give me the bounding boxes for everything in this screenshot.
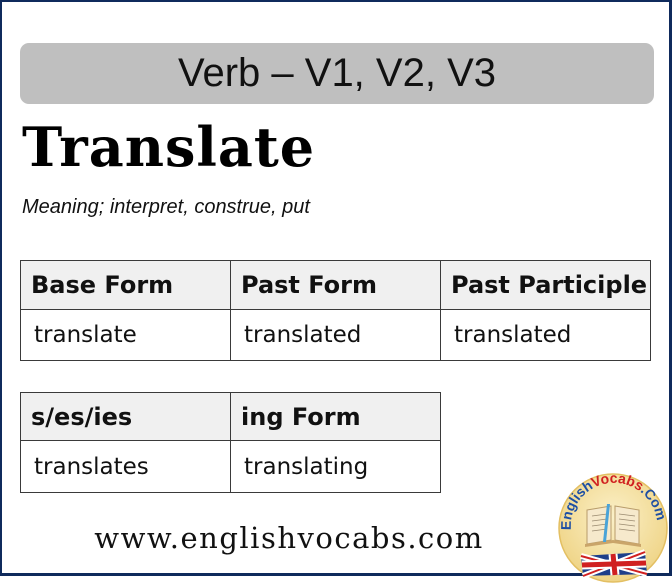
header-base-form: Base Form: [20, 260, 231, 310]
table-row: translates translating: [20, 440, 441, 493]
value-base-form: translate: [20, 309, 231, 361]
englishvocabs-logo: EnglishVocabs.Com: [558, 472, 669, 583]
table-row: translate translated translated: [20, 309, 651, 361]
table-header-row: s/es/ies ing Form: [20, 392, 441, 441]
value-past-form: translated: [230, 309, 441, 361]
header-ing-form: ing Form: [230, 392, 441, 441]
website-url: www.englishvocabs.com: [94, 521, 484, 555]
header-past-participle: Past Participle: [440, 260, 651, 310]
value-ing-form: translating: [230, 440, 441, 493]
value-past-participle: translated: [440, 309, 651, 361]
header-past-form: Past Form: [230, 260, 441, 310]
word-title: Translate: [22, 115, 316, 179]
uk-flag-icon: [580, 549, 648, 579]
verb-forms-table: Base Form Past Form Past Participle tran…: [20, 260, 651, 361]
verb-forms-banner: Verb – V1, V2, V3: [20, 43, 654, 104]
table-header-row: Base Form Past Form Past Participle: [20, 260, 651, 310]
value-s-es-ies: translates: [20, 440, 231, 493]
word-meaning: Meaning; interpret, construe, put: [22, 196, 310, 218]
header-s-es-ies: s/es/ies: [20, 392, 231, 441]
extra-forms-table: s/es/ies ing Form translates translating: [20, 392, 441, 493]
banner-title: Verb – V1, V2, V3: [178, 51, 496, 95]
